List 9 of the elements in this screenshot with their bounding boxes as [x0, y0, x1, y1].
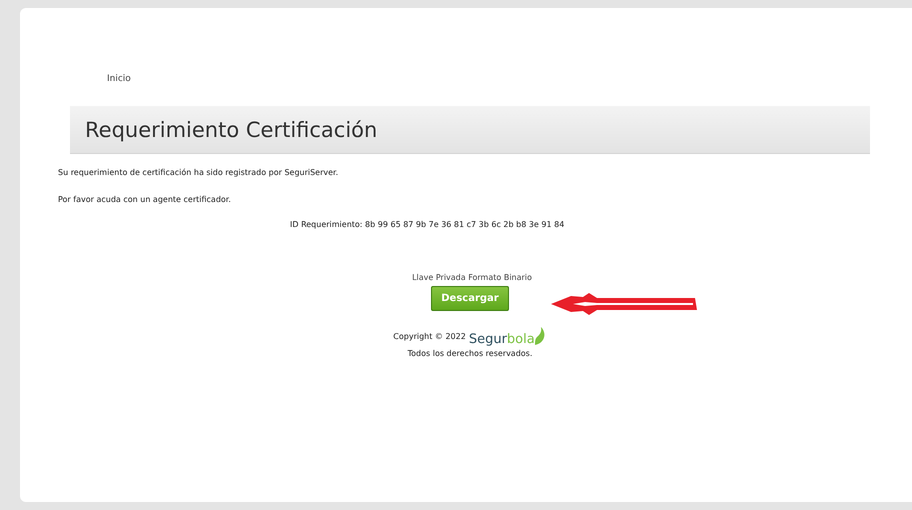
- rights-text: Todos los derechos reservados.: [408, 349, 532, 358]
- download-label: Llave Privada Formato Binario: [412, 273, 532, 282]
- message-text: Por favor acuda con un agente certificador.: [58, 195, 231, 204]
- panel-title: Requerimiento Certificación: [85, 118, 378, 142]
- copyright-text: Copyright © 2022: [393, 332, 466, 341]
- message-text: Su requerimiento de certificación ha sido registrado por SeguriServer.: [58, 168, 338, 177]
- logo: Segurbola: [468, 325, 547, 347]
- home-link[interactable]: Inicio: [107, 74, 131, 84]
- request-id: ID Requerimiento: 8b 99 65 87 9b 7e 36 81 c7 3b 6c 2b b8 3e 91 84: [290, 220, 564, 229]
